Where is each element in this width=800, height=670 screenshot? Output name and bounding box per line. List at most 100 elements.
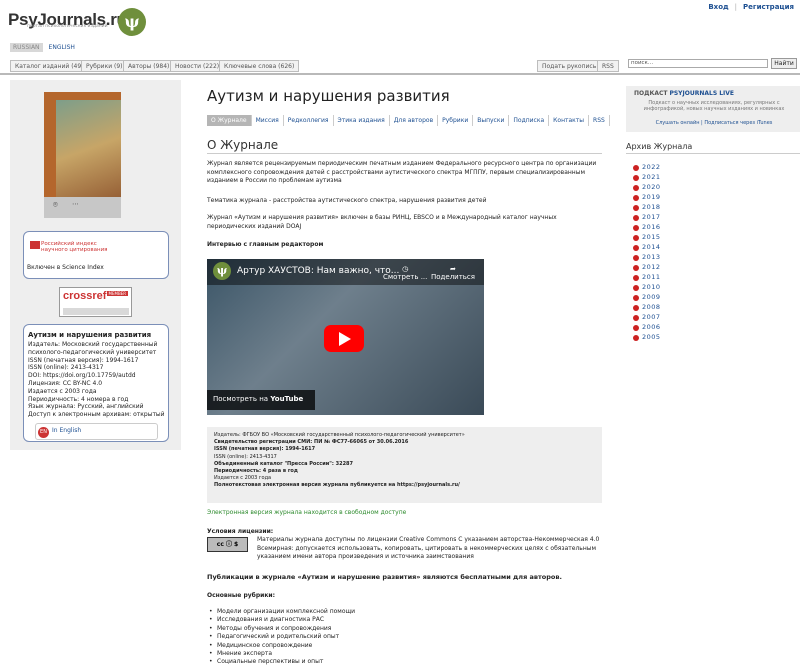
lang-english[interactable]: ENGLISH — [46, 43, 78, 52]
year-link[interactable]: 2006 — [633, 322, 661, 332]
year-link[interactable]: 2008 — [633, 302, 661, 312]
year-link[interactable]: 2013 — [633, 252, 661, 262]
journal-info-lines: Издатель: Московский государственный пси… — [28, 341, 166, 419]
tab-keywords[interactable]: Ключевые слова (626) — [219, 60, 300, 72]
year-link[interactable]: 2014 — [633, 242, 661, 252]
registry-line: Свидетельство регистрации СМИ: ПИ № ФС77… — [214, 439, 409, 446]
search-input[interactable]: поиск... — [628, 59, 768, 68]
list-item: Педагогический и родительский опыт — [209, 633, 355, 642]
registry-lines: Издатель: ФГБОУ ВО «Московский государст… — [214, 432, 594, 490]
list-item: Методы обучения и сопровождения — [209, 625, 355, 634]
list-item: Социальные перспективы и опыт — [209, 658, 355, 667]
rinc-title[interactable]: Российский индекс научного цитирования — [41, 241, 121, 253]
year-link[interactable]: 2016 — [633, 222, 661, 232]
year-link[interactable]: 2022 — [633, 162, 661, 172]
camera-icon[interactable]: ⌾ — [53, 200, 58, 210]
year-link[interactable]: 2020 — [633, 182, 661, 192]
registry-line: Полнотекстовая электронная версия журнал… — [214, 482, 460, 489]
youtube-logo: YouTube — [270, 395, 304, 403]
tab-contacts[interactable]: Контакты — [549, 115, 590, 126]
crossref-member: MEMBER — [106, 291, 128, 296]
crossref-strip — [63, 308, 129, 315]
year-link[interactable]: 2015 — [633, 232, 661, 242]
year-link[interactable]: 2021 — [633, 172, 661, 182]
tab-catalog[interactable]: Каталог изданий (49) — [10, 60, 89, 72]
journal-cover-art — [56, 100, 121, 212]
year-link[interactable]: 2011 — [633, 272, 661, 282]
free-access-note: Электронная версия журнала находится в с… — [207, 509, 407, 516]
share-label: Поделиться — [431, 273, 475, 281]
info-line: Лицензия: CC BY-NC 4.0 — [28, 379, 103, 387]
tab-subscription[interactable]: Подписка — [509, 115, 550, 126]
tab-authors[interactable]: Авторы (984) — [123, 60, 175, 72]
free-publication-note: Публикации в журнале «Аутизм и нарушение… — [207, 573, 562, 581]
rubrics-list: Модели организации комплексной помощи Ис… — [209, 608, 355, 667]
rss-link[interactable]: RSS — [597, 60, 619, 72]
lang-russian[interactable]: RUSSIAN — [10, 43, 43, 52]
podcast-links[interactable]: Слушать онлайн | Подписаться через iTune… — [634, 120, 794, 126]
list-item: Модели организации комплексной помощи — [209, 608, 355, 617]
year-link[interactable]: 2017 — [633, 212, 661, 222]
info-line: Доступ к электронным архивам: открытый — [28, 411, 165, 419]
auth-links: Вход | Регистрация — [708, 3, 794, 11]
tab-editorial[interactable]: Редколлегия — [284, 115, 334, 126]
info-line: Издатель: Московский государственный пси… — [28, 341, 158, 356]
share-icon: ➦ — [450, 265, 456, 273]
tab-news[interactable]: Новости (222) — [170, 60, 225, 72]
podcast-label: ПОДКАСТ — [634, 90, 668, 97]
license-text: Материалы журнала доступны по лицензии C… — [257, 536, 600, 561]
watch-later-button[interactable]: ◷ Смотреть ... — [383, 265, 427, 281]
info-line: ISSN (online): 2413-4317 — [28, 364, 104, 372]
year-link[interactable]: 2019 — [633, 192, 661, 202]
tab-mission[interactable]: Миссия — [252, 115, 284, 126]
tab-about[interactable]: О Журнале — [207, 115, 252, 126]
info-line: ISSN (печатная версия): 1994-1617 — [28, 356, 139, 364]
watch-later-label: Смотреть ... — [383, 273, 428, 281]
tab-rss[interactable]: RSS — [589, 115, 610, 126]
search-button[interactable]: Найти — [771, 58, 797, 69]
cc-by-nc-icon[interactable]: cc ⓘ $ — [207, 537, 248, 552]
site-subtitle: портал психологических изданий — [27, 24, 108, 29]
archive-heading: Архив Журнала — [626, 142, 693, 151]
podcast-brand[interactable]: PSYJOURNALS LIVE — [669, 90, 734, 97]
about-paragraph: Журнал является рецензируемым периодичес… — [207, 160, 597, 185]
watch-on-youtube-button[interactable]: Посмотреть на YouTube — [207, 390, 315, 410]
tab-rubrics[interactable]: Рубрики (9) — [81, 60, 128, 72]
submit-manuscript-link[interactable]: Подать рукопись — [537, 60, 602, 72]
english-version-link[interactable]: In English — [52, 427, 81, 434]
share-button[interactable]: ➦ Поделиться — [431, 265, 475, 281]
tab-for-authors[interactable]: Для авторов — [390, 115, 439, 126]
more-icon[interactable]: ⋯ — [72, 200, 79, 208]
psi-icon[interactable]: ψ — [118, 8, 146, 36]
year-link[interactable]: 2010 — [633, 282, 661, 292]
info-line: Издается с 2003 года — [28, 387, 97, 395]
registry-line: ISSN (печатная версия): 1994-1617 — [214, 446, 316, 453]
page-title: Аутизм и нарушения развития — [207, 87, 450, 105]
science-index-line: Включен в Science Index — [27, 264, 104, 271]
register-link[interactable]: Регистрация — [743, 3, 794, 11]
registry-line: Объединенный каталог "Пресса России": 32… — [214, 460, 354, 467]
login-link[interactable]: Вход — [708, 3, 728, 11]
license-heading: Условия лицензии: — [207, 528, 274, 535]
indexing-paragraph: Журнал «Аутизм и нарушения развития» вкл… — [207, 214, 557, 230]
tab-ethics[interactable]: Этика издания — [334, 115, 390, 126]
year-link[interactable]: 2009 — [633, 292, 661, 302]
video-title[interactable]: Артур ХАУСТОВ: Нам важно, что... — [237, 266, 399, 276]
podcast-title: ПОДКАСТ PSYJOURNALS LIVE — [634, 90, 734, 97]
year-link[interactable]: 2018 — [633, 202, 661, 212]
registry-line: ISSN (online): 2413-4317 — [214, 453, 277, 460]
channel-avatar[interactable]: ψ — [213, 262, 231, 280]
crossref-badge[interactable]: crossref MEMBER — [59, 287, 132, 317]
about-heading: О Журнале — [207, 138, 279, 152]
tab-issues[interactable]: Выпуски — [473, 115, 510, 126]
year-link[interactable]: 2012 — [633, 262, 661, 272]
clock-icon: ◷ — [402, 265, 409, 273]
tab-rubrics[interactable]: Рубрики — [438, 115, 474, 126]
info-line: Периодичность: 4 номера в год — [28, 395, 129, 403]
podcast-description: Подкаст о научных исследованиях, регуляр… — [643, 100, 785, 112]
year-link[interactable]: 2005 — [633, 332, 661, 342]
play-icon[interactable] — [324, 325, 364, 352]
rinc-box — [23, 231, 169, 279]
year-link[interactable]: 2007 — [633, 312, 661, 322]
list-item: Мнение эксперта — [209, 650, 355, 659]
